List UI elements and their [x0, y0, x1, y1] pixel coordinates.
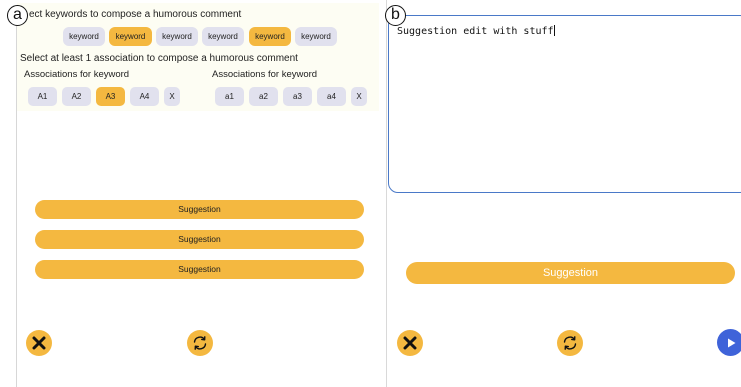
edit-text-content: Suggestion edit with stuff [397, 26, 554, 37]
close-button-b[interactable] [397, 330, 423, 356]
suggestion-button[interactable]: Suggestion [35, 260, 364, 279]
keyword-chip[interactable]: keyword [109, 27, 152, 46]
close-icon [32, 336, 46, 350]
suggestion-button[interactable]: Suggestion [35, 230, 364, 249]
suggestion-button-b[interactable]: Suggestion [406, 262, 735, 284]
panel-a-left-border [16, 6, 17, 387]
panel-tag-b: b [385, 5, 406, 26]
refresh-button-a[interactable] [187, 330, 213, 356]
association-chip-right[interactable]: a2 [249, 87, 278, 106]
keyword-chip[interactable]: keyword [202, 27, 244, 46]
association-chip-right[interactable]: a1 [215, 87, 244, 106]
refresh-icon [193, 336, 207, 350]
refresh-button-b[interactable] [557, 330, 583, 356]
association-chip-right[interactable]: a4 [317, 87, 346, 106]
suggestion-button[interactable]: Suggestion [35, 200, 364, 219]
comment-edit-box[interactable] [388, 15, 741, 193]
close-icon [403, 336, 417, 350]
association-remove-right[interactable]: X [351, 87, 367, 106]
keyword-chip[interactable]: keyword [156, 27, 198, 46]
association-chip-left[interactable]: A1 [28, 87, 57, 106]
text-caret [553, 25, 555, 36]
send-button[interactable] [717, 329, 741, 356]
keyword-chip[interactable]: keyword [249, 27, 291, 46]
assoc-right-label: Associations for keyword [212, 69, 318, 80]
refresh-icon [563, 336, 577, 350]
association-chip-left[interactable]: A2 [62, 87, 91, 106]
assoc-left-label: Associations for keyword [24, 69, 130, 80]
comment-edit-text[interactable]: Suggestion edit with stuff [397, 25, 555, 37]
association-chip-left[interactable]: A3 [96, 87, 125, 106]
association-instruction: Select at least 1 association to compose… [20, 53, 298, 64]
close-button-a[interactable] [26, 330, 52, 356]
keyword-chip[interactable]: keyword [63, 27, 105, 46]
association-remove-left[interactable]: X [164, 87, 180, 106]
association-chip-left[interactable]: A4 [130, 87, 159, 106]
keyword-instruction: ect keywords to compose a humorous comme… [29, 9, 242, 20]
panel-tag-a: a [7, 5, 28, 26]
play-icon [727, 338, 735, 347]
keyword-chip[interactable]: keyword [295, 27, 337, 46]
panel-divider [386, 0, 387, 387]
association-chip-right[interactable]: a3 [283, 87, 312, 106]
